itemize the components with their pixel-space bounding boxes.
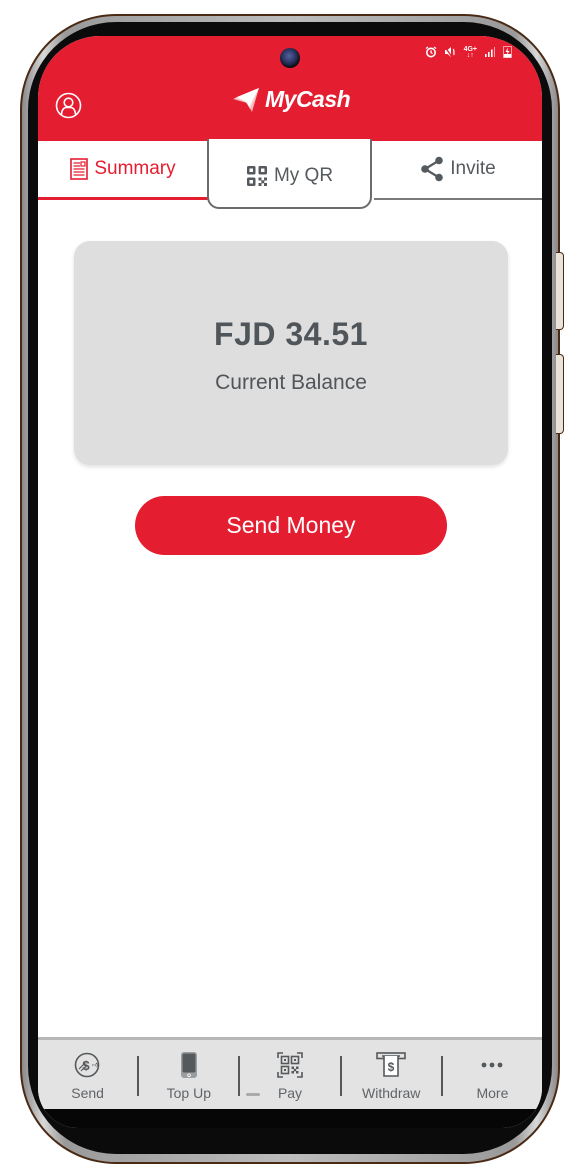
bottom-nav: $ Send Top Up Pay $ Withdraw [38, 1037, 542, 1112]
power-button [556, 354, 564, 434]
send-money-icon: $ [74, 1052, 99, 1078]
tab-invite[interactable]: Invite [374, 141, 542, 197]
tab-label: Invite [450, 158, 496, 179]
tab-my-qr[interactable]: My QR [207, 139, 372, 209]
svg-text:$: $ [388, 1060, 395, 1074]
app-logo: MyCash [231, 86, 351, 113]
nav-label: Send [71, 1085, 104, 1101]
alarm-icon [425, 45, 437, 61]
tab-summary[interactable]: Summary [38, 141, 208, 197]
profile-button[interactable] [55, 92, 82, 119]
app-screen: 4G+ ↓↑ MyCash Summary My QR Invite FJD 3… [38, 36, 542, 1128]
qr-code-icon [246, 166, 267, 186]
qr-code-icon [277, 1052, 303, 1078]
atm-withdraw-icon: $ [376, 1052, 407, 1077]
active-tab-indicator [38, 197, 208, 200]
nav-item-top-up[interactable]: Top Up [139, 1040, 238, 1112]
volume-button [556, 252, 564, 330]
document-icon [70, 158, 89, 180]
app-name: MyCash [265, 86, 351, 112]
nav-label: Withdraw [362, 1085, 421, 1101]
front-camera [280, 48, 300, 68]
balance-label: Current Balance [215, 371, 367, 394]
phone-icon [180, 1052, 197, 1078]
app-header: 4G+ ↓↑ MyCash [38, 36, 542, 141]
network-label: 4G+ [463, 46, 477, 53]
tab-label: My QR [273, 165, 334, 186]
system-nav-bar [38, 1109, 542, 1128]
nav-item-pay[interactable]: Pay [240, 1040, 339, 1112]
user-circle-icon [55, 92, 82, 119]
status-bar: 4G+ ↓↑ [425, 45, 512, 61]
signal-icon [484, 46, 496, 61]
balance-amount: FJD 34.51 [214, 316, 368, 352]
nav-item-send[interactable]: $ Send [38, 1040, 137, 1112]
balance-card: FJD 34.51 Current Balance [74, 241, 508, 465]
nav-item-more[interactable]: More [443, 1040, 542, 1112]
nav-label: Pay [277, 1085, 303, 1101]
tab-bar: Summary My QR Invite [38, 139, 542, 209]
share-icon [421, 156, 444, 182]
send-money-button[interactable]: Send Money [135, 496, 447, 555]
tab-label: Summary [94, 158, 176, 179]
mute-icon [443, 46, 457, 61]
nav-item-withdraw[interactable]: $ Withdraw [342, 1040, 441, 1112]
nav-label: More [476, 1085, 509, 1101]
paper-plane-icon [233, 87, 259, 112]
home-indicator[interactable] [246, 1093, 260, 1096]
tab-divider [374, 198, 542, 200]
battery-charging-icon [503, 45, 512, 61]
network-4g-icon: 4G+ ↓↑ [463, 46, 477, 59]
nav-label: Top Up [166, 1085, 211, 1101]
more-dots-icon [482, 1062, 503, 1068]
